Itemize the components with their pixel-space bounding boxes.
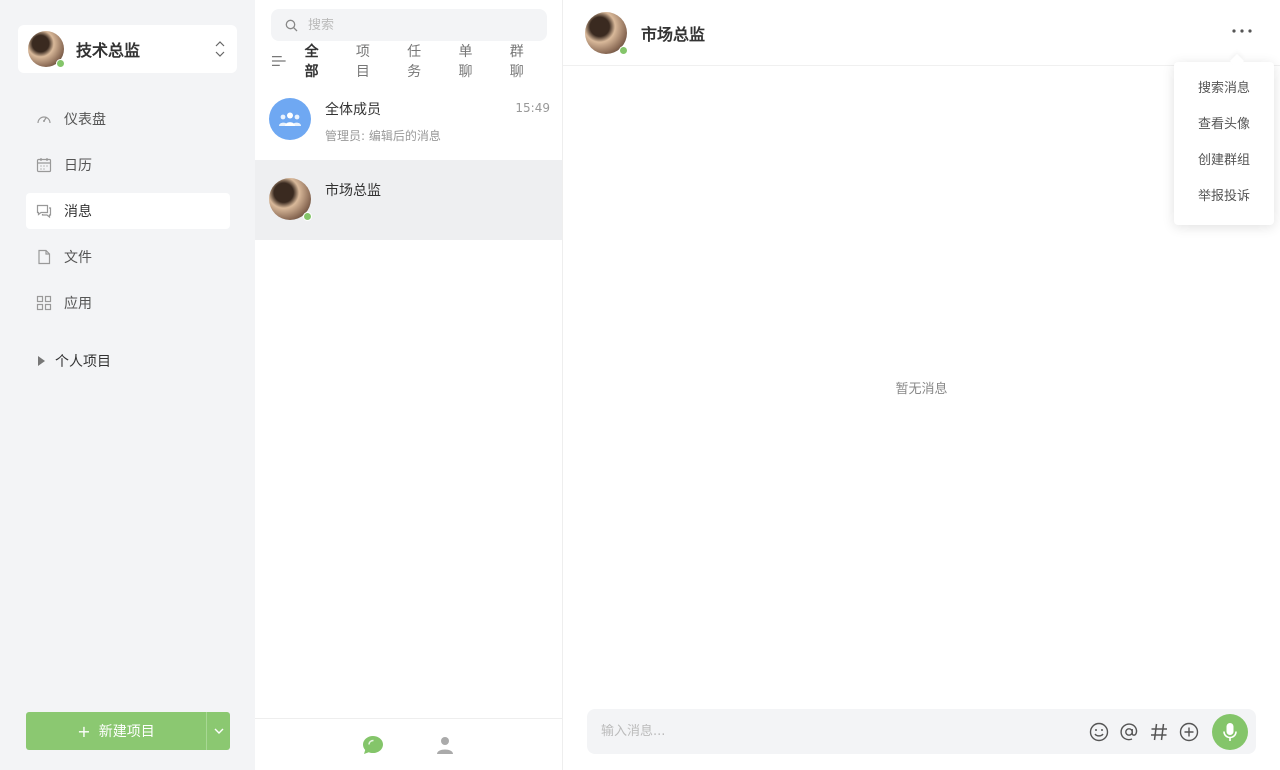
chat-bubbles-icon <box>362 735 383 754</box>
emoji-button[interactable] <box>1088 721 1110 743</box>
dashboard-icon <box>36 111 52 127</box>
chat-panel: 市场总监 暂无消息 <box>563 0 1280 770</box>
user-avatar <box>28 31 65 68</box>
conversation-title: 全体成员 <box>325 102 381 118</box>
menu-item-create-group[interactable]: 创建群组 <box>1174 143 1274 179</box>
chat-title: 市场总监 <box>641 24 706 44</box>
mention-button[interactable] <box>1118 721 1140 743</box>
sidebar-item-label: 应用 <box>64 296 92 312</box>
conversation-list-panel: 全部 项目 任务 单聊 群聊 全体成员 管理员: 编辑后的消息 15:49 市场… <box>255 0 563 770</box>
message-icon <box>36 203 52 219</box>
project-group-toggle[interactable]: 个人项目 <box>38 351 111 371</box>
tab-direct[interactable]: 单聊 <box>458 41 485 81</box>
online-status-dot <box>619 45 628 55</box>
account-name: 技术总监 <box>76 41 141 60</box>
more-dots-icon <box>1232 29 1252 33</box>
contact-avatar <box>269 178 312 221</box>
microphone-icon <box>1223 722 1237 741</box>
conversation-preview: 管理员: 编辑后的消息 <box>325 129 441 143</box>
tab-groups[interactable]: 群聊 <box>510 41 537 81</box>
tab-chats[interactable] <box>337 735 409 755</box>
chat-contact-avatar[interactable] <box>585 11 628 55</box>
sidebar-item-label: 仪表盘 <box>64 112 106 128</box>
sidebar-item-apps[interactable]: 应用 <box>26 285 230 321</box>
sidebar-nav: 仪表盘 日历 消息 文件 应用 <box>26 101 230 331</box>
online-status-dot <box>56 59 65 68</box>
bottom-tab-bar <box>255 718 562 770</box>
topic-button[interactable] <box>1148 721 1170 743</box>
empty-messages-text: 暂无消息 <box>895 382 948 397</box>
sidebar-item-calendar[interactable]: 日历 <box>26 147 230 183</box>
voice-record-button[interactable] <box>1212 713 1248 750</box>
at-sign-icon <box>1120 722 1138 740</box>
conversation-item-all-members[interactable]: 全体成员 管理员: 编辑后的消息 15:49 <box>255 80 562 160</box>
emoji-icon <box>1089 722 1109 741</box>
tab-projects[interactable]: 项目 <box>356 41 383 81</box>
switch-chevron-icon <box>215 41 225 57</box>
sort-icon[interactable] <box>271 55 287 67</box>
sidebar-item-dashboard[interactable]: 仪表盘 <box>26 101 230 137</box>
message-input[interactable] <box>601 724 1080 739</box>
project-group-label: 个人项目 <box>55 354 111 370</box>
account-switcher[interactable]: 技术总监 <box>18 25 237 73</box>
menu-item-search-messages[interactable]: 搜索消息 <box>1174 71 1274 107</box>
conversation-item-marketing-director[interactable]: 市场总监 <box>255 160 562 240</box>
new-project-button[interactable]: + 新建项目 <box>26 712 206 750</box>
menu-item-report[interactable]: 举报投诉 <box>1174 179 1274 215</box>
menu-item-view-avatar[interactable]: 查看头像 <box>1174 107 1274 143</box>
sidebar-item-messages[interactable]: 消息 <box>26 193 230 229</box>
calendar-icon <box>36 157 52 173</box>
chevron-down-icon <box>214 728 223 734</box>
attach-button[interactable] <box>1178 721 1200 743</box>
new-project-control: + 新建项目 <box>26 712 230 750</box>
search-icon <box>285 19 298 31</box>
search-input[interactable] <box>308 17 528 33</box>
new-project-dropdown-button[interactable] <box>206 712 230 750</box>
file-icon <box>36 249 52 265</box>
conversation-filters: 全部 项目 任务 单聊 群聊 <box>271 44 561 80</box>
caret-right-icon <box>38 356 45 366</box>
conversation-text: 市场总监 <box>325 178 550 200</box>
conversation-text: 全体成员 管理员: 编辑后的消息 <box>325 98 515 144</box>
more-options-button[interactable] <box>1228 20 1256 42</box>
tab-tasks[interactable]: 任务 <box>407 41 434 81</box>
sidebar-item-files[interactable]: 文件 <box>26 239 230 275</box>
hashtag-icon <box>1151 723 1167 740</box>
left-sidebar: 技术总监 仪表盘 日历 消息 文件 应用 个人项目 + 新建项目 <box>0 0 255 770</box>
more-options-menu: 搜索消息 查看头像 创建群组 举报投诉 <box>1174 62 1274 225</box>
sidebar-item-label: 消息 <box>64 204 92 220</box>
sidebar-item-label: 日历 <box>64 158 92 174</box>
search-box <box>271 9 547 41</box>
tab-all[interactable]: 全部 <box>305 41 332 81</box>
plus-icon: + <box>77 721 91 741</box>
group-users-icon <box>279 112 301 126</box>
contacts-icon <box>436 736 453 754</box>
group-avatar <box>269 98 311 140</box>
message-input-bar <box>587 709 1256 754</box>
plus-circle-icon <box>1179 722 1199 741</box>
sidebar-item-label: 文件 <box>64 250 92 266</box>
chat-header: 市场总监 <box>563 0 1280 66</box>
conversation-time: 15:49 <box>515 101 550 115</box>
tab-contacts[interactable] <box>409 736 481 754</box>
conversation-title: 市场总监 <box>325 183 381 199</box>
apps-icon <box>36 295 52 311</box>
new-project-label: 新建项目 <box>98 724 155 740</box>
online-status-dot <box>303 212 312 221</box>
